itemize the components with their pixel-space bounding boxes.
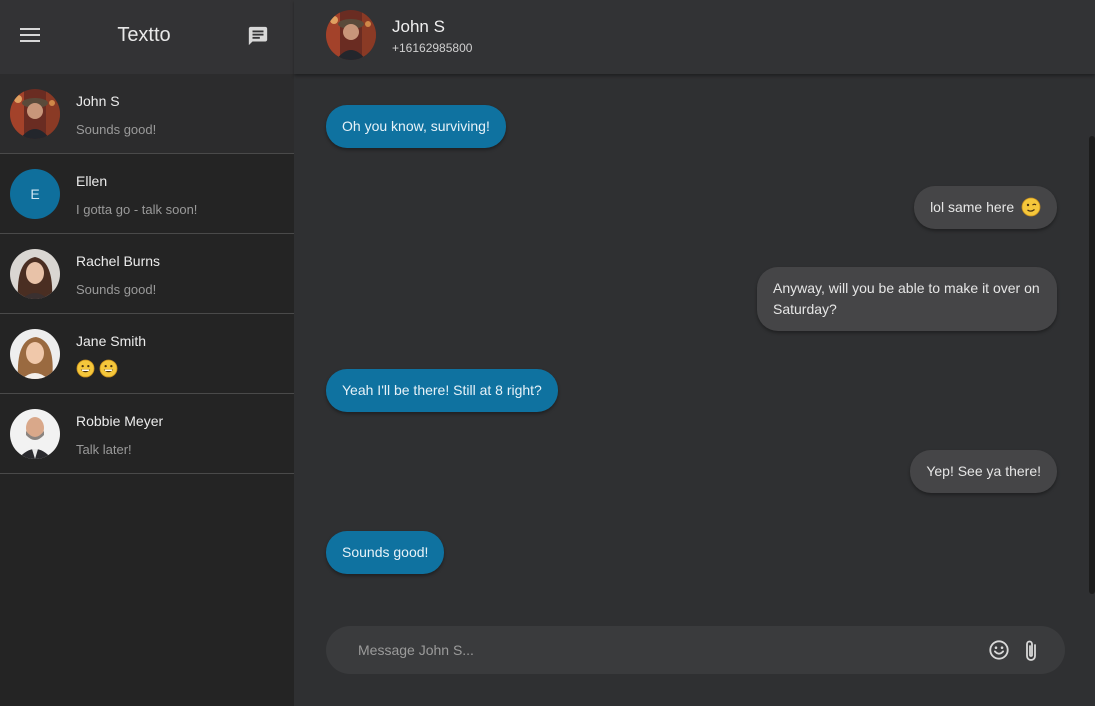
conversation-preview: Sounds good! — [76, 122, 157, 137]
sidebar: Textto John S Sounds good! E Ellen I got… — [0, 0, 294, 706]
avatar — [10, 249, 60, 299]
conversation-name: Jane Smith — [76, 333, 147, 349]
message-incoming: Oh you know, surviving! — [326, 105, 506, 148]
message-input[interactable] — [358, 638, 978, 662]
grinning-face-icon — [99, 359, 118, 378]
contact-phone: +16162985800 — [392, 41, 473, 55]
avatar — [10, 409, 60, 459]
conversation-robbie-meyer[interactable]: Robbie Meyer Talk later! — [0, 394, 294, 474]
grinning-face-icon — [76, 359, 95, 378]
avatar: E — [10, 169, 60, 219]
message-text: lol same here — [930, 199, 1015, 215]
attachment-icon[interactable] — [1022, 639, 1040, 663]
conversation-name: Robbie Meyer — [76, 413, 164, 429]
conversation-jane-smith[interactable]: Jane Smith — [0, 314, 294, 394]
conversation-preview — [76, 359, 118, 378]
conversation-list: John S Sounds good! E Ellen I gotta go -… — [0, 74, 294, 474]
contact-name: John S — [392, 17, 445, 36]
emoji-icon[interactable] — [988, 639, 1010, 661]
message-outgoing: Yep! See ya there! — [910, 450, 1057, 493]
contact-avatar[interactable] — [326, 10, 376, 60]
chat-header: John S +16162985800 — [294, 0, 1095, 74]
conversation-john-s[interactable]: John S Sounds good! — [0, 74, 294, 154]
sidebar-header: Textto — [0, 0, 294, 74]
message-thread: Oh you know, surviving! lol same here An… — [294, 74, 1095, 604]
message-composer — [326, 626, 1065, 674]
message-outgoing: lol same here — [914, 186, 1057, 229]
new-message-icon[interactable] — [247, 25, 269, 47]
conversation-rachel-burns[interactable]: Rachel Burns Sounds good! — [0, 234, 294, 314]
message-incoming: Sounds good! — [326, 531, 445, 574]
conversation-name: Ellen — [76, 173, 108, 189]
scrollbar[interactable] — [1089, 136, 1095, 594]
app-title: Textto — [117, 24, 171, 46]
message-incoming: Yeah I'll be there! Still at 8 right? — [326, 369, 558, 412]
avatar — [10, 329, 60, 379]
conversation-preview: Talk later! — [76, 442, 132, 457]
conversation-ellen[interactable]: E Ellen I gotta go - talk soon! — [0, 154, 294, 234]
conversation-preview: Sounds good! — [76, 282, 157, 297]
conversation-name: John S — [76, 93, 120, 109]
conversation-preview: I gotta go - talk soon! — [76, 202, 198, 217]
message-outgoing: Anyway, will you be able to make it over… — [757, 267, 1057, 331]
conversation-name: Rachel Burns — [76, 253, 161, 269]
avatar — [10, 89, 60, 139]
winking-face-icon — [1021, 197, 1041, 217]
